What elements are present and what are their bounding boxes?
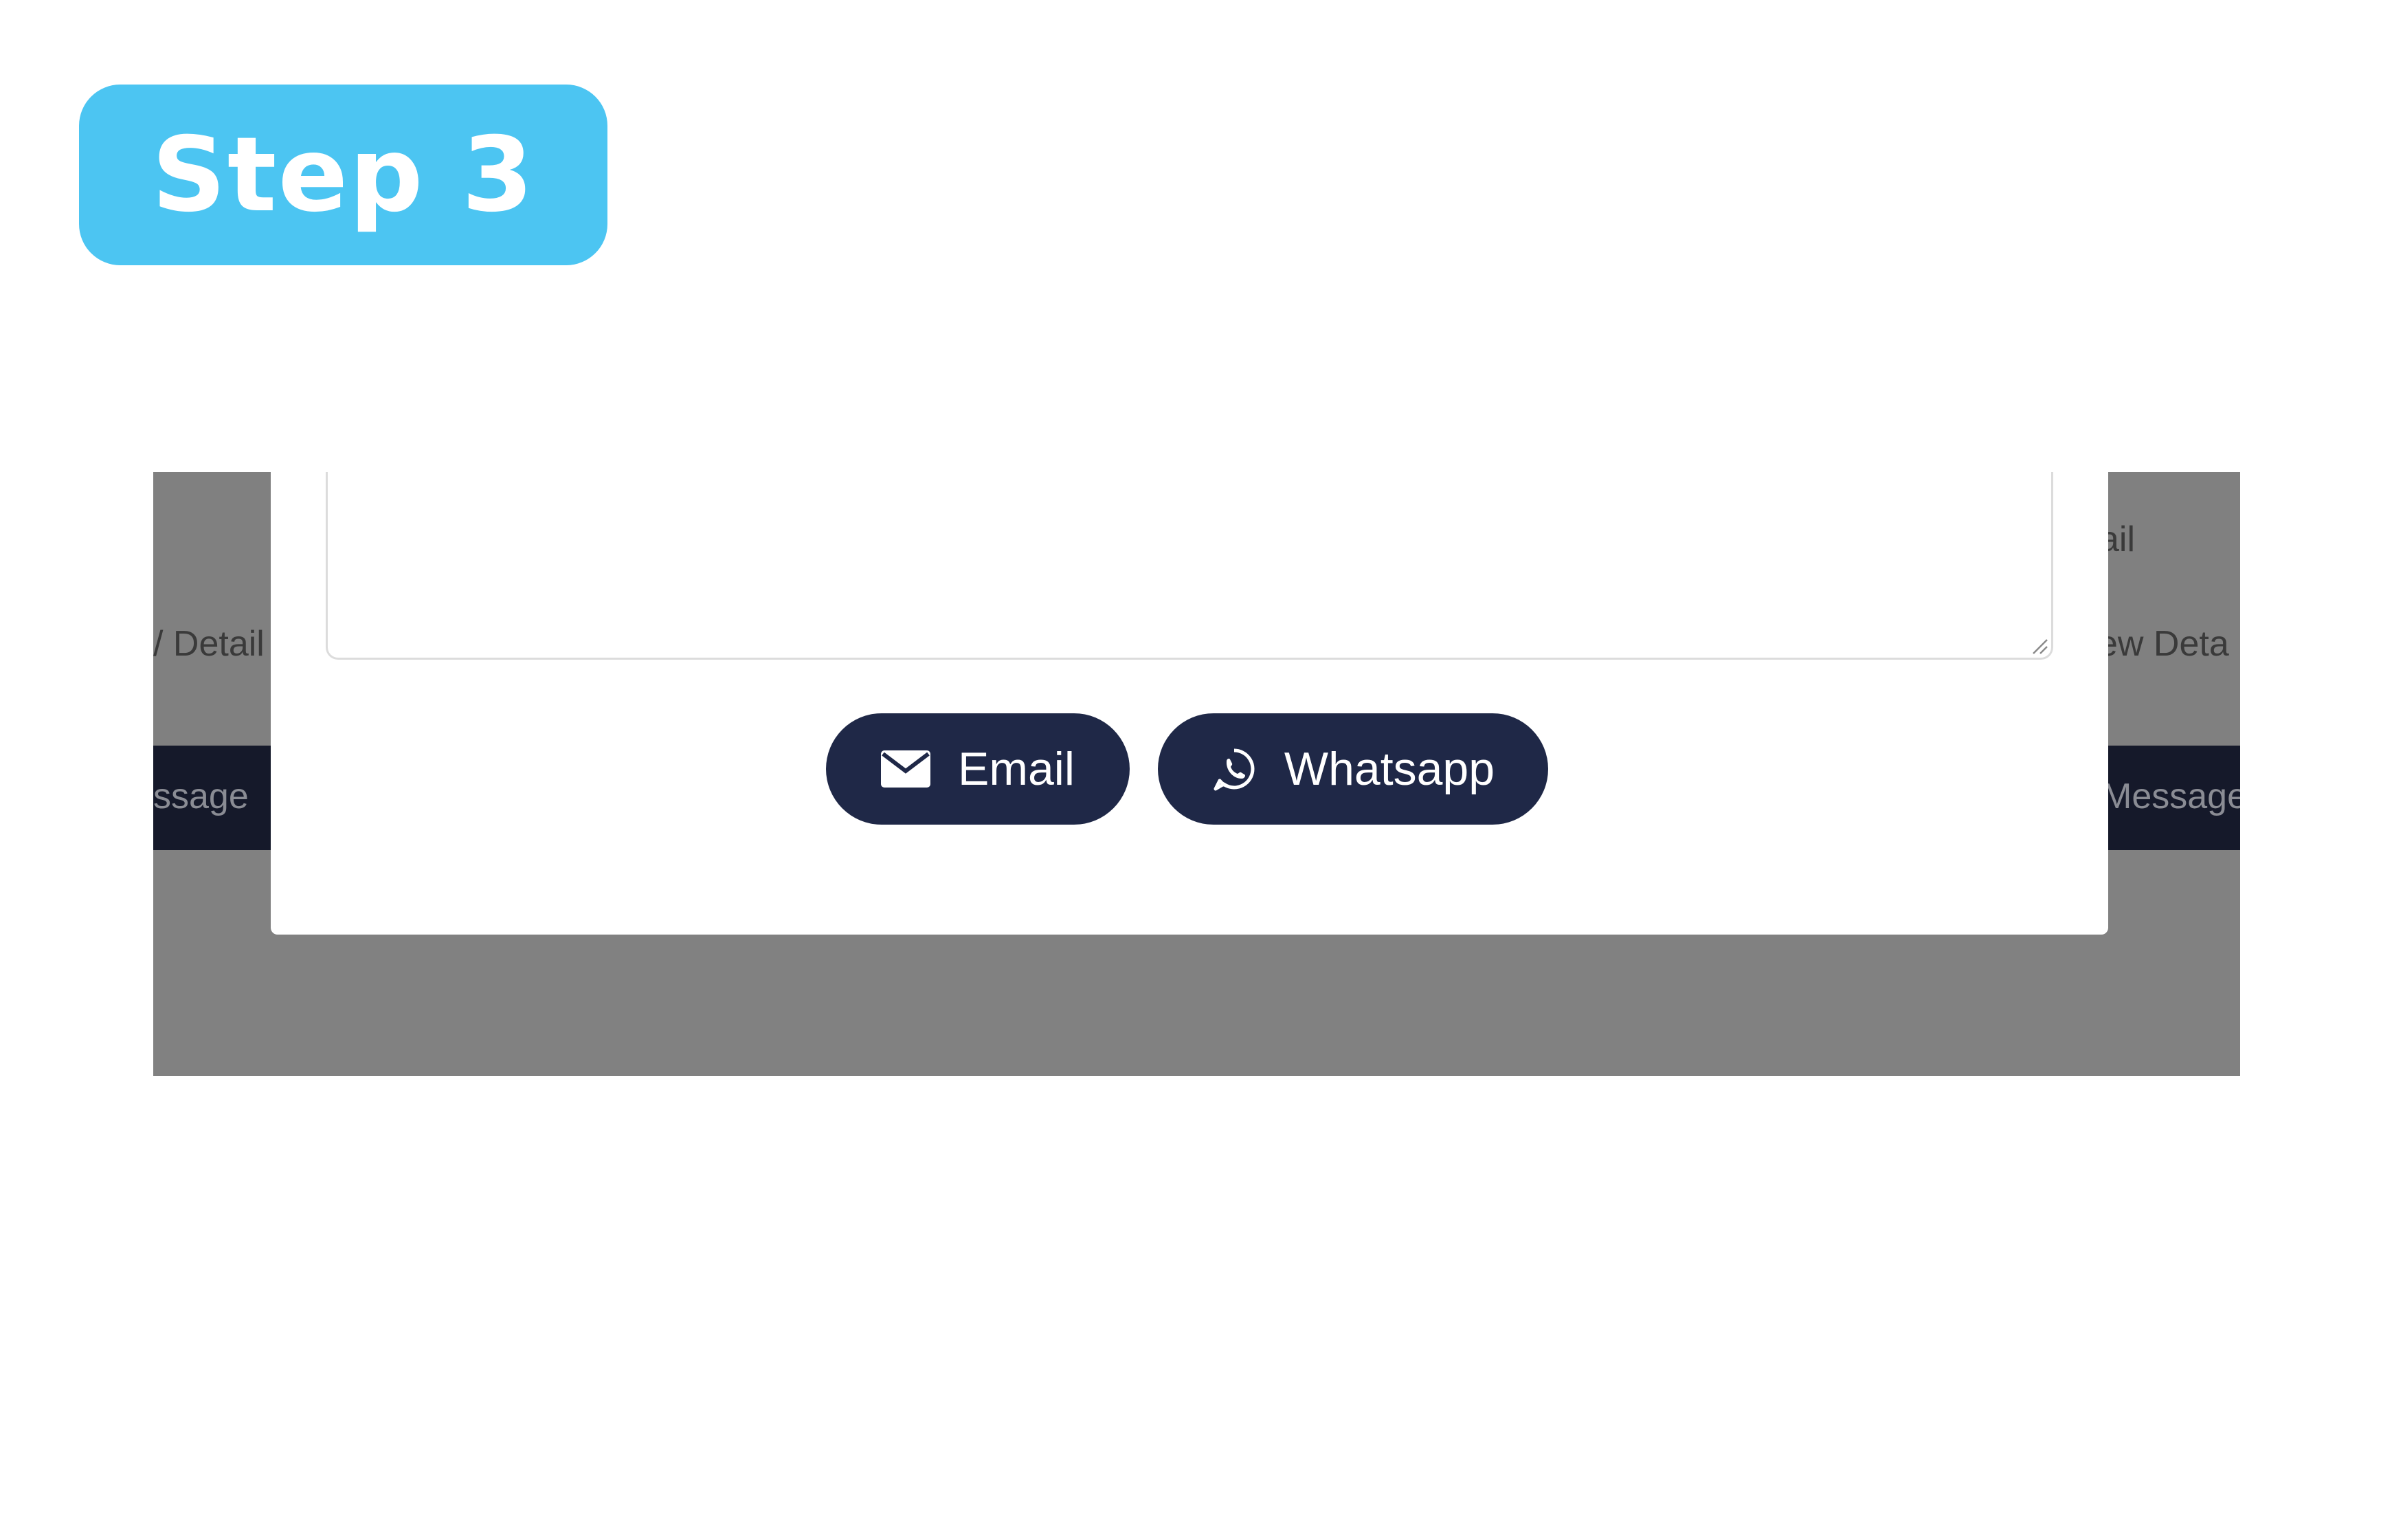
background-message-bar-left: ssage — [153, 746, 284, 850]
email-button[interactable]: Email — [826, 713, 1130, 825]
whatsapp-button-label: Whatsapp — [1284, 743, 1495, 795]
background-message-left: ssage — [153, 777, 249, 816]
message-textarea[interactable] — [326, 472, 2053, 660]
page: Step 3 / Detail ail ew Deta ssage Messag… — [0, 0, 2381, 1540]
whatsapp-icon — [1211, 746, 1257, 792]
resize-handle-icon[interactable] — [2031, 637, 2048, 655]
email-button-label: Email — [957, 743, 1075, 795]
envelope-icon — [880, 750, 930, 788]
background-message-right: Message — [2102, 777, 2240, 816]
screenshot-crop: / Detail ail ew Deta ssage Message Email… — [153, 472, 2240, 1076]
message-modal: Email Whatsapp — [271, 472, 2108, 935]
background-message-bar-right: Message — [2102, 746, 2240, 850]
background-view-detail-left: / Detail — [153, 624, 265, 664]
whatsapp-button[interactable]: Whatsapp — [1158, 713, 1548, 825]
step-badge: Step 3 — [79, 85, 607, 265]
step-badge-label: Step 3 — [151, 115, 535, 235]
background-view-detail-right: ew Deta — [2098, 624, 2229, 664]
